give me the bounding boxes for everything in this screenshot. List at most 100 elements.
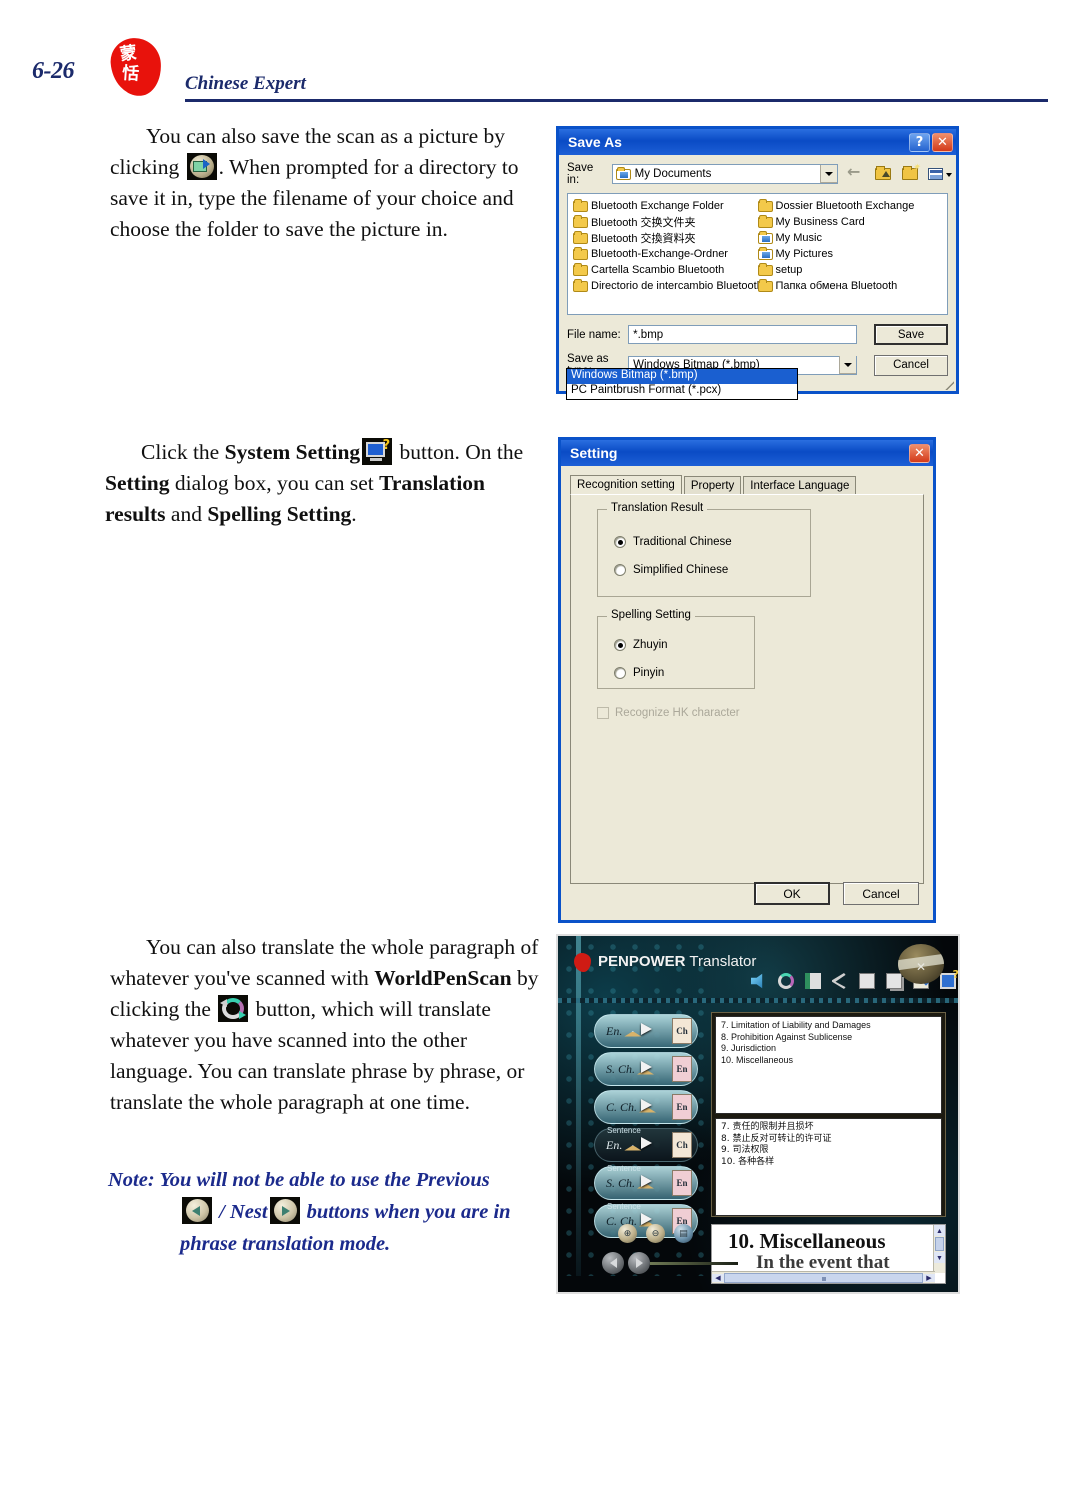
scroll-right-icon[interactable]: ▶ xyxy=(923,1273,935,1282)
new-folder-icon[interactable] xyxy=(901,162,921,183)
save-as-titlebar[interactable]: Save As ? ✕ xyxy=(559,129,956,155)
list-item[interactable]: Bluetooth 交換資料夾 xyxy=(573,230,758,246)
open-file-button[interactable]: ▤ xyxy=(674,1224,693,1243)
globe-close-icon[interactable] xyxy=(898,944,944,984)
vertical-scrollbar[interactable]: ▲ ▼ xyxy=(933,1225,945,1273)
cancel-button[interactable]: Cancel xyxy=(874,354,948,376)
radio-traditional-chinese[interactable]: Traditional Chinese xyxy=(598,528,810,556)
next-button[interactable] xyxy=(628,1252,650,1274)
save-button[interactable]: Save xyxy=(874,324,949,345)
arrow-icon xyxy=(641,1175,652,1187)
dropdown-option-pcx[interactable]: PC Paintbrush Format (*.pcx) xyxy=(567,384,797,399)
translation-result-group: Translation Result Traditional Chinese S… xyxy=(597,502,811,597)
direction-button-sentence-en-to-ch[interactable]: Sentence En. Ch xyxy=(594,1126,698,1162)
views-icon[interactable] xyxy=(928,165,952,183)
up-one-level-icon[interactable] xyxy=(874,165,894,183)
direction-to: En xyxy=(672,1056,692,1082)
system-setting-icon[interactable] xyxy=(939,968,958,990)
list-item-label: Dossier Bluetooth Exchange xyxy=(775,200,915,212)
file-name-input[interactable]: *.bmp xyxy=(628,325,857,344)
list-item[interactable]: Dossier Bluetooth Exchange xyxy=(757,198,943,214)
copy-icon[interactable] xyxy=(858,972,876,990)
previous-button[interactable] xyxy=(602,1252,624,1274)
sentence-tag: Sentence xyxy=(607,1202,641,1211)
cancel-button[interactable]: Cancel xyxy=(843,882,919,905)
source-text-pane[interactable]: 7. Limitation of Liability and Damages 8… xyxy=(715,1016,942,1114)
list-item[interactable]: My Music xyxy=(757,230,943,246)
list-item-label: Bluetooth 交換資料夾 xyxy=(591,233,696,245)
zoom-out-button[interactable]: ⊖ xyxy=(646,1224,665,1243)
chevron-down-icon[interactable] xyxy=(839,356,857,374)
direction-button-en-to-ch[interactable]: En. Ch xyxy=(594,1014,698,1048)
page-title: Chinese Expert xyxy=(185,73,306,94)
scroll-left-icon[interactable]: ◀ xyxy=(712,1273,724,1282)
scissors-icon[interactable] xyxy=(831,972,849,990)
folder-icon xyxy=(573,215,588,228)
radio-icon[interactable] xyxy=(614,639,626,651)
direction-button-cch-to-en[interactable]: C. Ch. En xyxy=(594,1090,698,1124)
save-as-type-dropdown-list[interactable]: Windows Bitmap (*.bmp) PC Paintbrush For… xyxy=(566,368,798,400)
list-item-label: My Pictures xyxy=(775,248,833,260)
zoom-in-button[interactable]: ⊕ xyxy=(618,1224,637,1243)
radio-simplified-chinese[interactable]: Simplified Chinese xyxy=(598,556,810,584)
direction-button-sch-to-en[interactable]: S. Ch. En xyxy=(594,1052,698,1086)
tab-property[interactable]: Property xyxy=(683,476,742,495)
scroll-thumb[interactable] xyxy=(724,1272,923,1283)
radio-icon[interactable] xyxy=(614,564,626,576)
radio-icon[interactable] xyxy=(614,536,626,548)
help-button[interactable]: ? xyxy=(909,132,930,152)
translate-icon[interactable] xyxy=(777,972,795,990)
paragraph-save-picture: You can also save the scan as a picture … xyxy=(110,121,530,245)
list-item[interactable]: Bluetooth 交换文件夹 xyxy=(573,214,758,230)
radio-pinyin[interactable]: Pinyin xyxy=(598,659,754,687)
chevron-down-icon[interactable] xyxy=(820,165,837,183)
penpower-logo-icon xyxy=(574,953,591,972)
save-as-body: Save in: My Documents Bluetooth Exchange… xyxy=(559,155,956,377)
resize-grip[interactable] xyxy=(943,379,954,390)
scroll-down-icon[interactable]: ▼ xyxy=(934,1252,945,1263)
ok-button[interactable]: OK xyxy=(754,882,830,905)
paste-icon[interactable] xyxy=(885,972,903,990)
list-item[interactable]: setup xyxy=(757,262,943,278)
list-item[interactable]: Папка обмена Bluetooth xyxy=(757,278,943,294)
seal-glyphs: 蒙 恬 xyxy=(105,36,167,98)
radio-icon[interactable] xyxy=(614,667,626,679)
list-item[interactable]: Cartella Scambio Bluetooth xyxy=(573,262,758,278)
list-item-label: setup xyxy=(775,264,803,276)
radio-zhuyin[interactable]: Zhuyin xyxy=(598,631,754,659)
close-icon[interactable]: ✕ xyxy=(909,443,930,463)
scroll-thumb[interactable] xyxy=(935,1237,944,1251)
direction-to: Ch xyxy=(672,1018,692,1044)
list-item[interactable]: Bluetooth Exchange Folder xyxy=(573,198,758,214)
speak-icon[interactable] xyxy=(750,972,768,990)
source-line: 7. Limitation of Liability and Damages xyxy=(721,1020,871,1030)
document-heading: 10. Miscellaneous xyxy=(728,1229,886,1253)
page-number: 6-26 xyxy=(32,58,75,84)
save-picture-icon xyxy=(186,153,217,180)
back-icon[interactable] xyxy=(847,162,867,183)
target-text-pane[interactable]: 7. 责任的限制并且损坏 8. 禁止反对可转让的许可证 9. 司法权限 10. … xyxy=(715,1118,942,1216)
tab-recognition-setting[interactable]: Recognition setting xyxy=(570,475,682,495)
scroll-up-icon[interactable]: ▲ xyxy=(934,1225,945,1236)
word-list-icon[interactable] xyxy=(804,972,822,990)
list-item[interactable]: My Business Card xyxy=(757,214,943,230)
tab-panel-recognition-setting: Translation Result Traditional Chinese S… xyxy=(570,494,924,884)
source-line: 10. Miscellaneous xyxy=(721,1054,794,1065)
file-list[interactable]: Bluetooth Exchange Folder Bluetooth 交换文件… xyxy=(567,193,948,315)
close-icon[interactable]: ✕ xyxy=(932,132,953,152)
recognize-hk-character-checkbox: Recognize HK character xyxy=(597,707,923,719)
list-item[interactable]: Directorio de intercambio Bluetooth xyxy=(573,278,763,294)
list-item-label: Папка обмена Bluetooth xyxy=(775,280,898,292)
direction-button-sentence-sch-to-en[interactable]: Sentence S. Ch. En xyxy=(594,1164,698,1200)
setting-titlebar[interactable]: Setting ✕ xyxy=(561,440,933,466)
folder-icon xyxy=(573,199,588,212)
arrow-icon xyxy=(641,1137,652,1149)
horizontal-scrollbar[interactable]: ◀ ▶ xyxy=(712,1271,935,1283)
tab-interface-language[interactable]: Interface Language xyxy=(743,476,857,495)
save-in-combobox[interactable]: My Documents xyxy=(611,164,838,184)
list-item[interactable]: Bluetooth-Exchange-Ordner xyxy=(573,246,758,262)
list-item[interactable]: My Pictures xyxy=(757,246,943,262)
list-item-label: Cartella Scambio Bluetooth xyxy=(591,264,725,276)
dropdown-option-bmp[interactable]: Windows Bitmap (*.bmp) xyxy=(567,369,797,384)
document-preview-pane[interactable]: 10. Miscellaneous In the event that ▲ ▼ … xyxy=(711,1224,946,1284)
